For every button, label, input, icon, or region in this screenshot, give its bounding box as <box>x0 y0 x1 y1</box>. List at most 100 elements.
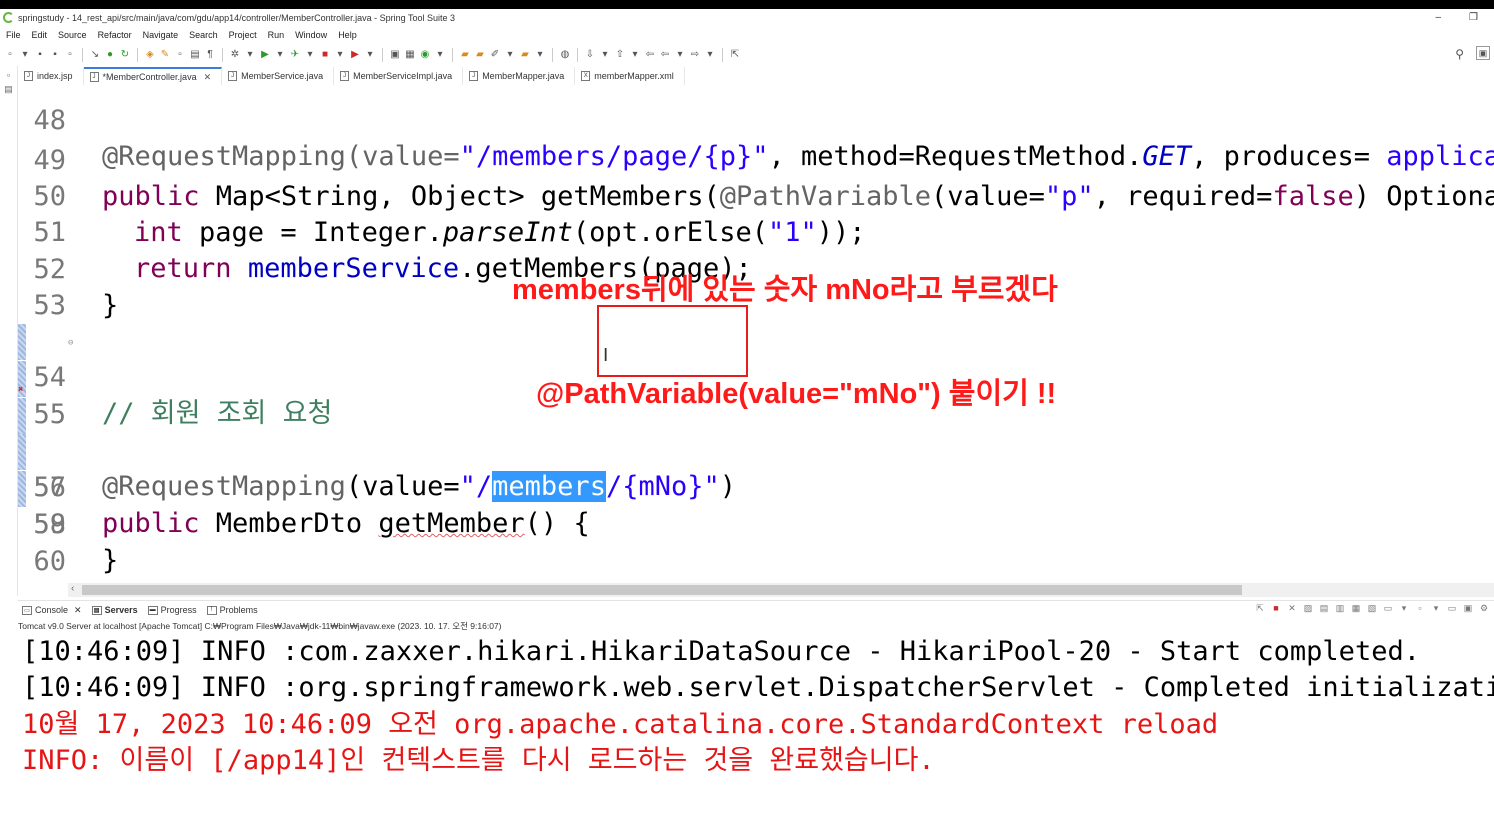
menu-refactor[interactable]: Refactor <box>98 30 132 40</box>
tab-member-mapper[interactable]: J MemberMapper.java <box>463 67 576 85</box>
scrollbar-thumb[interactable] <box>82 585 1242 595</box>
remove-all-icon[interactable]: ✕ <box>1286 602 1298 614</box>
display-console-icon[interactable]: ▾ <box>1398 602 1410 614</box>
dropdown-arrow-icon[interactable]: ▾ <box>534 49 546 61</box>
dropdown-arrow-icon[interactable]: ▾ <box>629 49 641 61</box>
dropdown-arrow-icon[interactable]: ▾ <box>274 49 286 61</box>
dropdown-arrow-icon[interactable]: ▾ <box>599 49 611 61</box>
dropdown-arrow-icon[interactable]: ▾ <box>674 49 686 61</box>
toolbar-separator <box>222 47 223 62</box>
search-folder-icon[interactable]: ▰ <box>519 49 531 61</box>
pen-icon[interactable]: ✐ <box>489 49 501 61</box>
restore-button[interactable]: ❐ <box>1469 12 1478 23</box>
menu-source[interactable]: Source <box>58 30 87 40</box>
maximize-view-icon[interactable]: ▣ <box>1462 602 1474 614</box>
dropdown-arrow-icon[interactable]: ▾ <box>1430 602 1442 614</box>
restore-view-icon[interactable]: ▫ <box>0 70 17 80</box>
toolbar-separator <box>577 47 578 62</box>
word-wrap-icon[interactable]: ▥ <box>1334 602 1346 614</box>
previous-annotation-icon[interactable]: ⇧ <box>614 49 626 61</box>
menu-project[interactable]: Project <box>229 30 257 40</box>
new-java-class-icon[interactable]: ◉ <box>419 49 431 61</box>
menu-run[interactable]: Run <box>268 30 285 40</box>
code-line: 55 ⊖ @RequestMapping(value="/members/{mN… <box>18 325 1494 502</box>
menu-bar: File Edit Source Refactor Navigate Searc… <box>0 26 1494 43</box>
save-icon[interactable]: ▪ <box>34 49 46 61</box>
back-icon[interactable]: ⇦ <box>659 49 671 61</box>
pin-editor-icon[interactable]: ⇱ <box>729 49 741 61</box>
scroll-left-icon[interactable]: ‹ <box>71 583 74 594</box>
tab-problems[interactable]: ! Problems <box>206 605 258 615</box>
tab-member-mapper-xml[interactable]: X memberMapper.xml <box>575 67 685 85</box>
refresh-icon[interactable]: ↻ <box>119 49 131 61</box>
menu-help[interactable]: Help <box>338 30 357 40</box>
open-type-icon[interactable]: ◈ <box>144 49 156 61</box>
console-output[interactable]: [10:46:09] INFO :com.zaxxer.hikari.Hikar… <box>18 634 1494 815</box>
package-explorer-icon[interactable]: ▤ <box>0 84 17 95</box>
menu-window[interactable]: Window <box>295 30 327 40</box>
tab-progress[interactable]: ▬ Progress <box>147 605 197 615</box>
tab-console[interactable]: ▭ Console ✕ <box>22 605 82 616</box>
menu-file[interactable]: File <box>6 30 21 40</box>
tab-label: Console <box>35 605 69 615</box>
tab-index-jsp[interactable]: J index.jsp <box>18 67 84 85</box>
dropdown-arrow-icon[interactable]: ▾ <box>334 49 346 61</box>
tab-member-service-impl[interactable]: J MemberServiceImpl.java <box>334 67 464 85</box>
clear-console-icon[interactable]: ▨ <box>1302 602 1314 614</box>
java-file-icon: J <box>340 71 350 81</box>
remove-launch-icon[interactable]: ⇱ <box>1254 602 1266 614</box>
open-console-icon[interactable]: ▫ <box>1414 602 1426 614</box>
dropdown-arrow-icon[interactable]: ▾ <box>364 49 376 61</box>
toggle-mark-icon[interactable]: ▫ <box>174 49 186 61</box>
stop-icon[interactable]: ■ <box>319 49 331 61</box>
terminate-icon[interactable]: ■ <box>1270 602 1282 614</box>
line-number: 61 <box>18 580 66 583</box>
menu-edit[interactable]: Edit <box>32 30 48 40</box>
new-class-icon[interactable]: ▦ <box>404 49 416 61</box>
new-icon[interactable]: ▫ <box>4 49 16 61</box>
search-icon[interactable]: ⚲ <box>1455 47 1464 61</box>
globe-icon[interactable]: ◍ <box>559 49 571 61</box>
dropdown-arrow-icon[interactable]: ▾ <box>304 49 316 61</box>
spring-boot-icon[interactable]: ● <box>104 49 116 61</box>
dropdown-arrow-icon[interactable]: ▾ <box>434 49 446 61</box>
tab-servers[interactable]: ▤ Servers <box>91 605 138 615</box>
horizontal-scrollbar[interactable]: ‹ <box>68 583 1494 597</box>
show-stdout-icon[interactable]: ▦ <box>1350 602 1362 614</box>
dropdown-arrow-icon[interactable]: ▾ <box>244 49 256 61</box>
run-icon[interactable]: ▶ <box>259 49 271 61</box>
external-tools-icon[interactable]: ✈ <box>289 49 301 61</box>
fold-icon[interactable]: ⊖ <box>68 325 73 361</box>
last-edit-icon[interactable]: ⇦ <box>644 49 656 61</box>
close-icon[interactable]: ✕ <box>74 605 82 616</box>
dropdown-arrow-icon[interactable]: ▾ <box>704 49 716 61</box>
new-package-icon[interactable]: ▣ <box>389 49 401 61</box>
open-task-icon[interactable]: ✎ <box>159 49 171 61</box>
relaunch-icon[interactable]: ▶ <box>349 49 361 61</box>
pin-console-icon[interactable]: ▭ <box>1382 602 1394 614</box>
menu-navigate[interactable]: Navigate <box>143 30 179 40</box>
debug-icon[interactable]: ✲ <box>229 49 241 61</box>
open-folder-icon[interactable]: ▰ <box>459 49 471 61</box>
dropdown-arrow-icon[interactable]: ▾ <box>504 49 516 61</box>
skip-breakpoints-icon[interactable]: ↘ <box>89 49 101 61</box>
close-icon[interactable]: ✕ <box>204 72 212 83</box>
tab-member-controller[interactable]: J *MemberController.java ✕ <box>83 67 223 85</box>
settings-icon[interactable]: ⚙ <box>1478 602 1490 614</box>
open-resource-icon[interactable]: ▰ <box>474 49 486 61</box>
menu-search[interactable]: Search <box>189 30 218 40</box>
next-annotation-icon[interactable]: ⇩ <box>584 49 596 61</box>
block-selection-icon[interactable]: ▤ <box>189 49 201 61</box>
tab-member-service[interactable]: J MemberService.java <box>222 67 335 85</box>
dropdown-arrow-icon[interactable]: ▾ <box>19 49 31 61</box>
print-icon[interactable]: ▫ <box>64 49 76 61</box>
code-editor[interactable]: 48 @RequestMapping(value="/members/page/… <box>18 85 1494 583</box>
forward-icon[interactable]: ⇨ <box>689 49 701 61</box>
scroll-lock-icon[interactable]: ▤ <box>1318 602 1330 614</box>
show-whitespace-icon[interactable]: ¶ <box>204 49 216 61</box>
minimize-view-icon[interactable]: ▭ <box>1446 602 1458 614</box>
minimize-button[interactable]: – <box>1435 12 1441 23</box>
save-all-icon[interactable]: ▪ <box>49 49 61 61</box>
perspective-icon[interactable]: ▣ <box>1476 46 1490 60</box>
show-stderr-icon[interactable]: ▧ <box>1366 602 1378 614</box>
